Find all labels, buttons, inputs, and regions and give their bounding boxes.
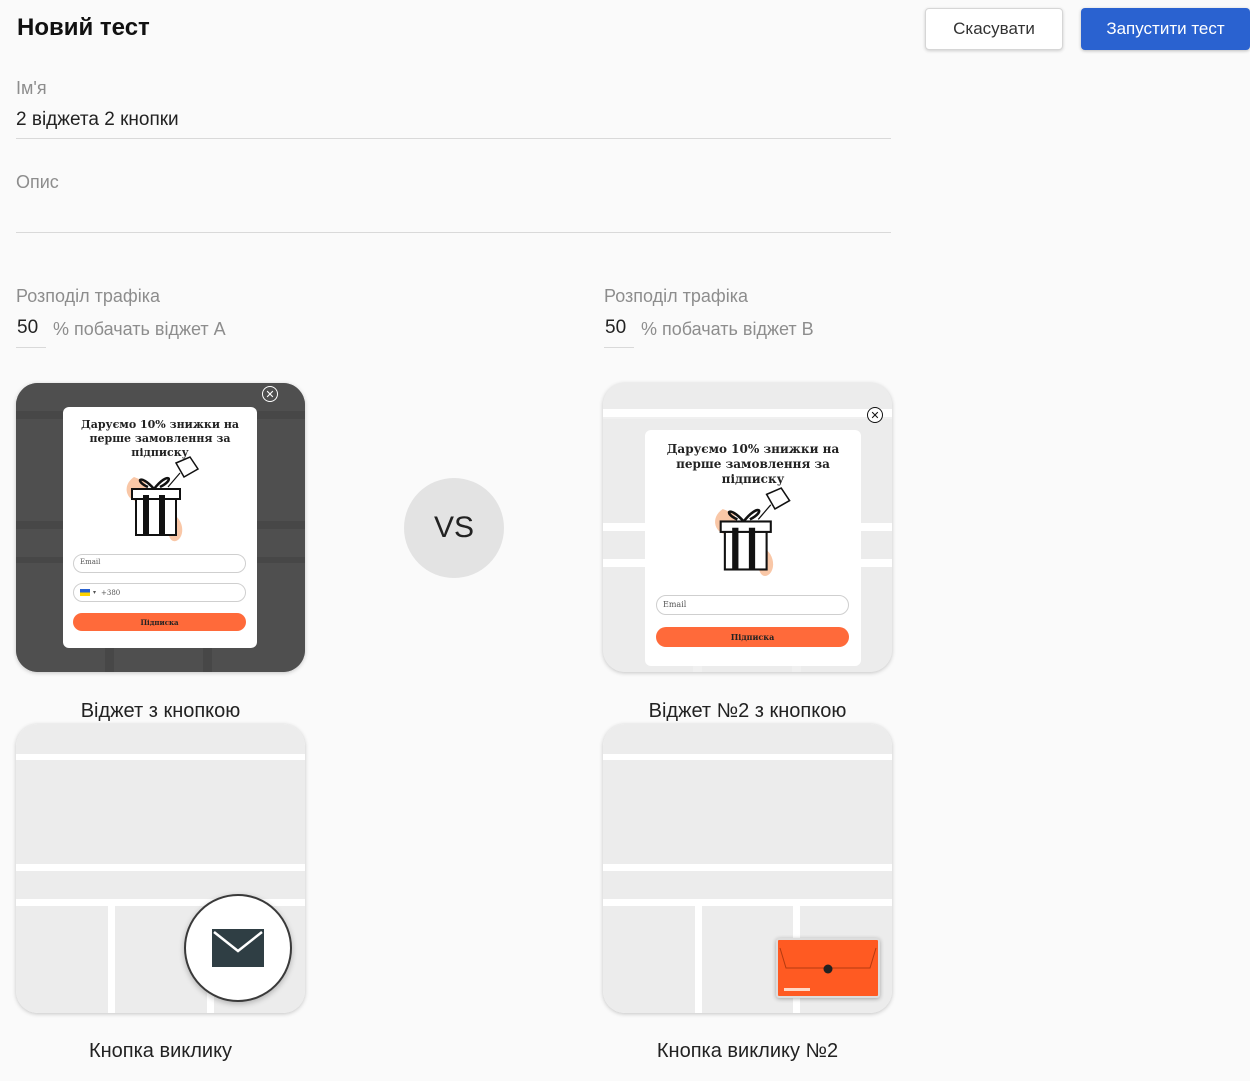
traffic-input-b[interactable]: 50 — [604, 317, 634, 348]
chevron-down-icon[interactable]: ▾ — [93, 589, 96, 596]
subscribe-button[interactable]: Підписка — [73, 613, 246, 631]
traffic-label-a: Розподіл трафіка — [16, 286, 160, 306]
vs-badge: VS — [404, 478, 504, 578]
traffic-suffix-b: % побачать віджет B — [641, 319, 814, 339]
gift-icon — [715, 487, 791, 576]
name-field[interactable]: Ім'я 2 віджета 2 кнопки — [16, 78, 891, 139]
button-a-caption: Кнопка виклику — [88, 1040, 233, 1062]
traffic-split-b: Розподіл трафіка 50 % побачать віджет B — [604, 286, 814, 348]
close-icon[interactable]: ✕ — [262, 386, 278, 402]
orange-envelope-button[interactable] — [776, 938, 880, 998]
widget-a-popup: Даруємо 10% знижки на перше замовлення з… — [63, 407, 257, 648]
widget-a-preview[interactable]: ✕ Даруємо 10% знижки на перше замовлення… — [16, 383, 305, 672]
traffic-label-b: Розподіл трафіка — [604, 286, 748, 306]
description-input[interactable] — [16, 204, 891, 226]
cancel-button[interactable]: Скасувати — [925, 8, 1063, 50]
email-input[interactable]: Email — [73, 554, 246, 573]
widget-b-preview[interactable]: ✕ Даруємо 10% знижки на перше замовлення… — [603, 383, 892, 672]
close-icon[interactable]: ✕ — [867, 407, 883, 423]
widget-a-caption: Віджет з кнопкою — [80, 700, 241, 722]
gift-icon — [126, 456, 200, 542]
traffic-suffix-a: % побачать віджет A — [53, 319, 226, 339]
envelope-icon — [212, 929, 264, 967]
popup-title: Даруємо 10% знижки на перше замовлення з… — [666, 442, 840, 486]
popup-title: Даруємо 10% знижки на перше замовлення з… — [80, 418, 240, 459]
button-b-caption: Кнопка виклику №2 — [656, 1040, 839, 1062]
traffic-split-a: Розподіл трафіка 50 % побачать віджет A — [16, 286, 226, 348]
phone-input[interactable]: ▾ +380 — [73, 583, 246, 602]
email-input[interactable]: Email — [656, 595, 849, 615]
name-label: Ім'я — [16, 78, 47, 98]
orange-envelope-icon — [779, 947, 877, 991]
subscribe-button[interactable]: Підписка — [656, 627, 849, 647]
description-field[interactable]: Опис — [16, 172, 891, 233]
ukraine-flag-icon — [80, 589, 90, 596]
description-label: Опис — [16, 172, 59, 192]
phone-value: +380 — [101, 588, 121, 597]
widget-b-caption: Віджет №2 з кнопкою — [648, 700, 847, 722]
run-test-button[interactable]: Запустити тест — [1081, 8, 1250, 50]
name-input[interactable]: 2 віджета 2 кнопки — [16, 109, 891, 131]
page-title: Новий тест — [17, 14, 150, 41]
widget-b-popup: Даруємо 10% знижки на перше замовлення з… — [645, 430, 861, 666]
envelope-button[interactable] — [184, 894, 292, 1002]
traffic-input-a[interactable]: 50 — [16, 317, 46, 348]
